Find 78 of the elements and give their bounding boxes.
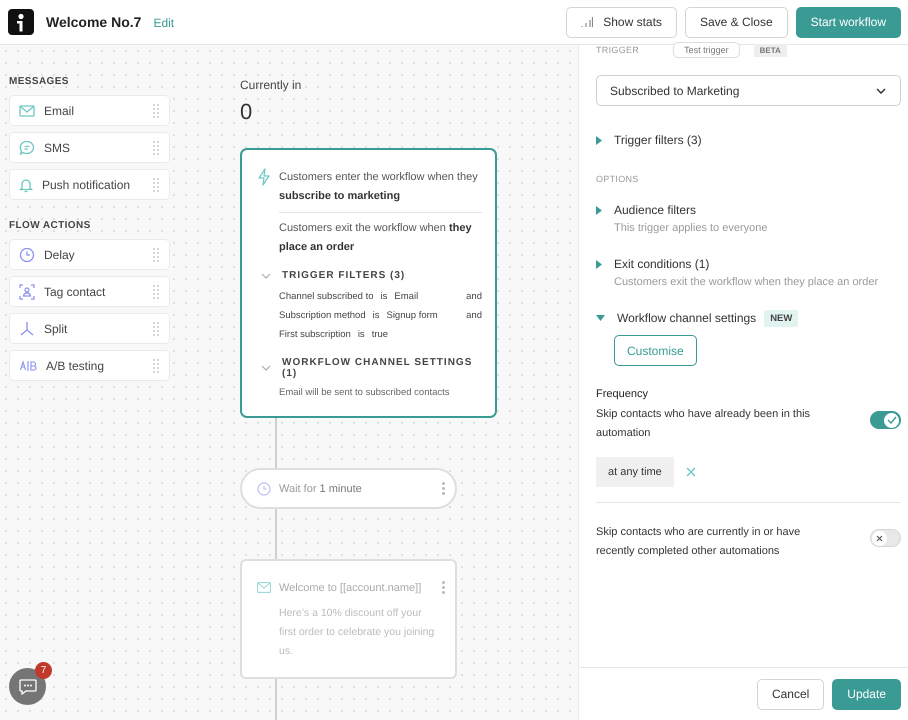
ab-icon — [19, 360, 37, 372]
trigger-select[interactable]: Subscribed to Marketing — [596, 75, 901, 106]
clock-icon — [257, 482, 271, 496]
drag-handle-icon — [153, 322, 159, 336]
section-heading: WORKFLOW CHANNEL SETTINGS (1) — [282, 357, 474, 379]
counter-label: Currently in — [240, 78, 302, 92]
show-stats-button[interactable]: Show stats — [566, 6, 677, 38]
filter-value: true — [372, 328, 390, 342]
bell-icon — [19, 176, 33, 192]
workflow-title: Welcome No.7 — [46, 14, 142, 30]
frequency-heading: Frequency — [596, 388, 649, 400]
drag-handle-icon — [153, 140, 159, 154]
email-preview: Here’s a 10% discount off your first order to celebrate you joining us. — [279, 606, 435, 659]
filter-value: Email — [394, 290, 420, 304]
setting-label: Skip contacts who are currently in or have recently completed other automations — [596, 525, 802, 559]
more-icon — [442, 482, 445, 495]
new-badge: NEW — [764, 310, 798, 326]
drag-handle-icon — [153, 178, 159, 192]
accordion-header[interactable]: Audience filters — [596, 202, 901, 218]
accordion-header[interactable]: Workflow channel settings NEW — [596, 310, 901, 326]
accordion-header[interactable]: Trigger filters (3) — [596, 132, 901, 148]
exit-condition-text: Customers exit the workflow when they place an order — [279, 221, 473, 255]
split-icon — [19, 320, 35, 336]
drag-handle-icon — [153, 104, 159, 118]
trigger-card[interactable] — [240, 148, 497, 418]
palette-item[interactable]: Push notification — [9, 169, 170, 200]
accordion-header[interactable]: Exit conditions (1) — [596, 256, 901, 272]
email-subject: Welcome to [[account.name]] — [279, 582, 422, 594]
filter-field: First subscription — [279, 325, 351, 344]
beta-badge: BETA — [754, 44, 787, 56]
palette-item[interactable]: Tag contact — [9, 276, 170, 307]
more-icon — [442, 581, 445, 594]
drag-handle-icon — [153, 248, 159, 262]
palette-item[interactable]: Delay — [9, 239, 170, 270]
section-heading: OPTIONS — [596, 174, 640, 184]
test-trigger-button[interactable]: Test trigger — [673, 42, 740, 58]
drag-handle-icon — [153, 358, 159, 372]
section-heading: FLOW ACTIONS — [9, 220, 92, 232]
chevron-down-icon — [876, 88, 886, 94]
option-description: This trigger applies to everyone — [614, 222, 768, 234]
chat-bubble-icon — [19, 140, 35, 156]
section-heading: MESSAGES — [9, 76, 70, 88]
counter-value: 0 — [240, 99, 254, 125]
filter-field: Channel subscribed to — [279, 287, 374, 306]
filter-operator: is — [380, 290, 388, 304]
filter-operator: is — [358, 328, 365, 342]
section-note: Email will be sent to subscribed contacts — [279, 387, 451, 398]
wait-node[interactable]: Wait for 1 minute — [240, 468, 457, 509]
drag-handle-icon — [153, 284, 159, 298]
entry-condition-text: Customers enter the workflow when they subscribe to marketing — [279, 170, 479, 204]
wait-text: Wait for 1 minute — [279, 482, 363, 494]
cross-icon — [876, 534, 883, 542]
check-icon — [886, 416, 896, 424]
palette-item[interactable]: A/B testing — [9, 350, 170, 381]
clock-icon — [19, 246, 35, 262]
logo-icon — [8, 9, 34, 35]
chat-icon — [18, 678, 36, 694]
filter-field: Subscription method — [279, 306, 366, 325]
filter-joiner: and — [466, 309, 482, 323]
setting-label: Skip contacts who have already been in this automation — [596, 407, 811, 441]
filter-operator: is — [372, 309, 380, 323]
envelope-icon — [19, 104, 35, 116]
section-heading: TRIGGER — [596, 45, 640, 55]
bar-chart-icon — [581, 17, 594, 27]
lightning-icon — [257, 168, 271, 186]
envelope-icon — [257, 582, 271, 593]
frequency-chip[interactable]: at any time — [596, 457, 674, 487]
filter-joiner: and — [466, 290, 482, 304]
palette-item[interactable]: SMS — [9, 132, 170, 163]
toggle-switch[interactable] — [870, 411, 901, 429]
section-heading: TRIGGER FILTERS (3) — [282, 270, 406, 281]
contact-icon — [19, 284, 35, 300]
filter-value: Signup form — [386, 309, 439, 323]
save-button[interactable]: Save & Close — [684, 6, 788, 38]
cancel-button[interactable]: Cancel — [756, 678, 824, 710]
option-description: Customers exit the workflow when they place an order — [614, 276, 880, 288]
palette-item[interactable]: Email — [9, 95, 170, 126]
palette-item[interactable]: Split — [9, 313, 170, 344]
